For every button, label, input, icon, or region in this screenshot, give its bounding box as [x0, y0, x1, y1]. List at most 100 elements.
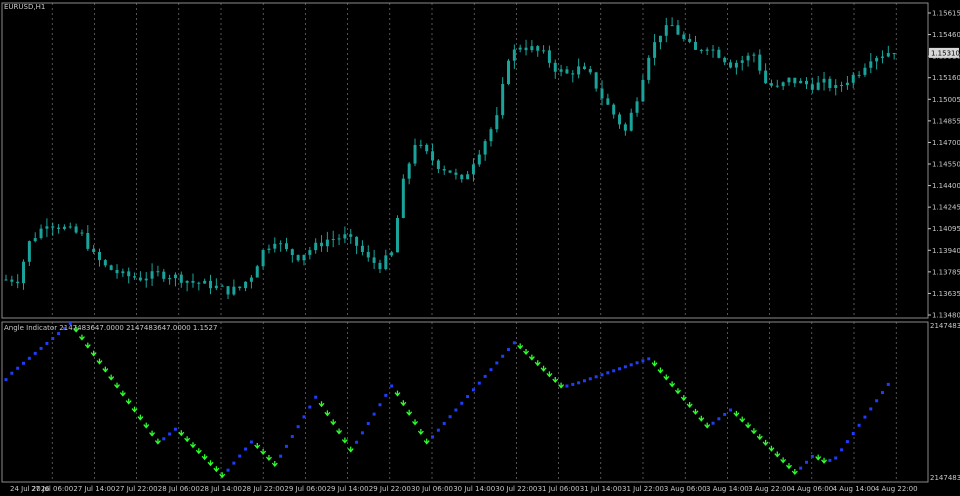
indicator-up-dot — [845, 440, 849, 444]
candle-body — [793, 77, 797, 84]
indicator-up-dot — [226, 468, 230, 472]
indicator-up-dot — [618, 367, 622, 371]
candle-body — [395, 217, 399, 253]
candle-body — [290, 249, 294, 256]
indicator-down-arrow — [84, 342, 91, 349]
candle-body — [179, 274, 183, 283]
indicator-up-dot — [641, 359, 645, 363]
indicator-up-dot — [880, 391, 884, 395]
indicator-min-label: 2147483647 — [930, 474, 960, 482]
indicator-up-dot — [162, 437, 166, 441]
candle-body — [244, 281, 248, 289]
indicator-down-arrow — [528, 354, 535, 361]
indicator-down-arrow — [318, 401, 325, 408]
time-tick-label: 3 Aug 14:00 — [706, 485, 749, 493]
indicator-up-dot — [290, 435, 294, 439]
candle-body — [279, 243, 283, 245]
indicator-down-arrow — [78, 334, 85, 341]
candle-body — [191, 280, 195, 283]
candle-body — [606, 98, 610, 105]
indicator-down-arrow — [207, 460, 214, 467]
price-tick-label: 1.15615 — [932, 10, 960, 18]
indicator-up-dot — [711, 421, 715, 425]
time-tick-label: 4 Aug 22:00 — [875, 485, 918, 493]
candle-body — [45, 226, 49, 229]
candle-body — [658, 35, 662, 43]
time-tick-label: 31 Jul 06:00 — [538, 485, 580, 493]
candle-body — [185, 280, 189, 283]
candle-body — [647, 57, 651, 80]
candle-body — [57, 227, 61, 229]
indicator-up-dot — [168, 432, 172, 436]
candle-body — [273, 243, 277, 249]
candle-body — [483, 141, 487, 155]
price-tick-label: 1.13940 — [932, 247, 960, 255]
indicator-up-dot — [314, 395, 318, 399]
indicator-up-dot — [448, 415, 452, 419]
indicator-down-arrow — [657, 367, 664, 374]
time-tick-label: 29 Jul 14:00 — [327, 485, 369, 493]
indicator-down-arrow — [745, 422, 752, 429]
indicator-down-arrow — [114, 382, 121, 389]
indicator-up-dot — [244, 447, 248, 451]
indicator-up-dot — [366, 421, 370, 425]
candle-body — [577, 66, 581, 75]
price-tick-label: 1.15460 — [932, 31, 960, 39]
indicator-up-dot — [805, 460, 809, 464]
price-tick-label: 1.13635 — [932, 290, 960, 298]
indicator-up-dot — [729, 408, 733, 412]
indicator-down-arrow — [534, 360, 541, 367]
indicator-down-arrow — [674, 388, 681, 395]
candle-body — [133, 276, 137, 278]
indicator-up-dot — [284, 444, 288, 448]
indicator-up-dot — [296, 425, 300, 429]
price-tick-label: 1.13480 — [932, 312, 960, 320]
indicator-up-dot — [582, 379, 586, 383]
candle-body — [173, 274, 177, 279]
time-tick-label: 31 Jul 14:00 — [580, 485, 622, 493]
indicator-down-arrow — [540, 365, 547, 372]
indicator-down-arrow — [154, 438, 161, 445]
candle-body — [33, 238, 37, 242]
candle-body — [705, 49, 709, 51]
candle-body — [51, 226, 55, 228]
indicator-up-dot — [173, 427, 177, 431]
candle-body — [822, 78, 826, 83]
time-tick-label: 3 Aug 06:00 — [664, 485, 707, 493]
candle-body — [653, 42, 657, 58]
time-tick-label: 3 Aug 22:00 — [748, 485, 791, 493]
time-tick-label: 30 Jul 22:00 — [495, 485, 537, 493]
indicator-down-arrow — [189, 442, 196, 449]
candle-body — [308, 250, 312, 255]
candle-body — [787, 77, 791, 83]
candle-body — [571, 73, 575, 75]
indicator-up-dot — [840, 448, 844, 452]
candle-body — [203, 280, 207, 284]
indicator-up-dot — [495, 361, 499, 365]
candle-body — [880, 56, 884, 58]
indicator-up-dot — [22, 361, 26, 365]
indicator-down-arrow — [119, 390, 126, 397]
candle-body — [226, 286, 230, 295]
candle-body — [16, 281, 20, 284]
indicator-max-label: 2147483647 — [930, 322, 960, 330]
indicator-group — [4, 322, 890, 479]
candle-body — [372, 257, 376, 263]
candle-body — [144, 278, 148, 281]
time-tick-label: 27 Jul 14:00 — [73, 485, 115, 493]
candle-body — [115, 269, 119, 274]
candle-body — [378, 262, 382, 270]
candle-body — [156, 271, 160, 273]
candle-body — [805, 80, 809, 85]
price-tick-label: 1.14855 — [932, 117, 960, 125]
candle-body — [512, 49, 516, 61]
price-tick-label: 1.14400 — [932, 182, 960, 190]
candle-body — [366, 251, 370, 258]
candle-body — [892, 53, 896, 55]
candle-body — [343, 234, 347, 239]
indicator-down-arrow — [698, 415, 705, 422]
indicator-down-arrow — [651, 360, 658, 367]
indicator-up-dot — [810, 454, 814, 458]
indicator-up-dot — [863, 415, 867, 419]
price-tick-label: 1.13785 — [932, 268, 960, 276]
